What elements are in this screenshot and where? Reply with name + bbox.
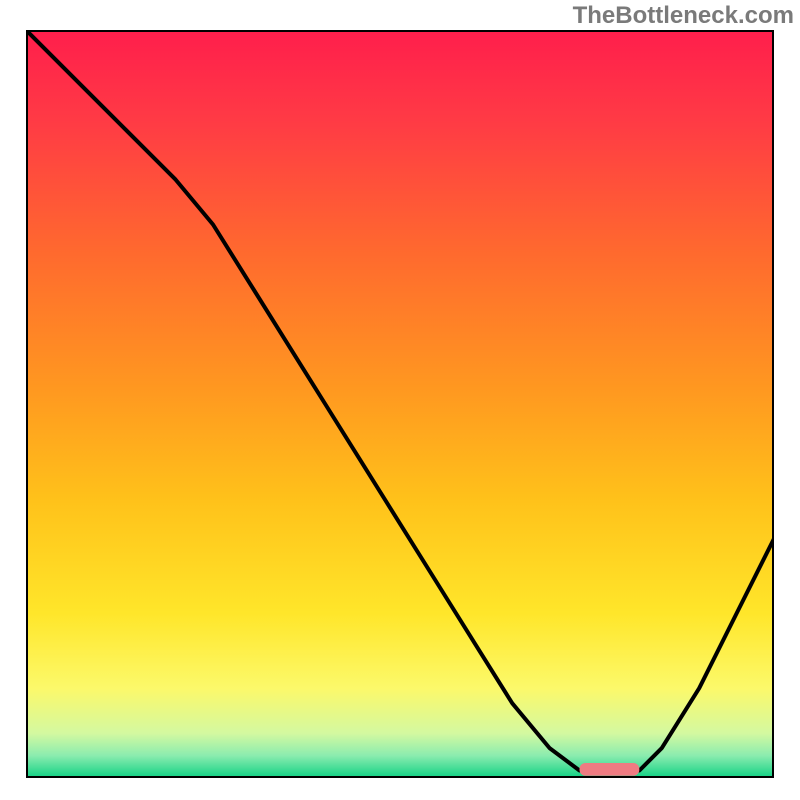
optimal-marker — [580, 763, 640, 776]
watermark-text: TheBottleneck.com — [573, 2, 794, 30]
chart-container: TheBottleneck.com — [0, 0, 800, 800]
chart-svg — [26, 30, 774, 778]
plot-area — [26, 30, 774, 778]
